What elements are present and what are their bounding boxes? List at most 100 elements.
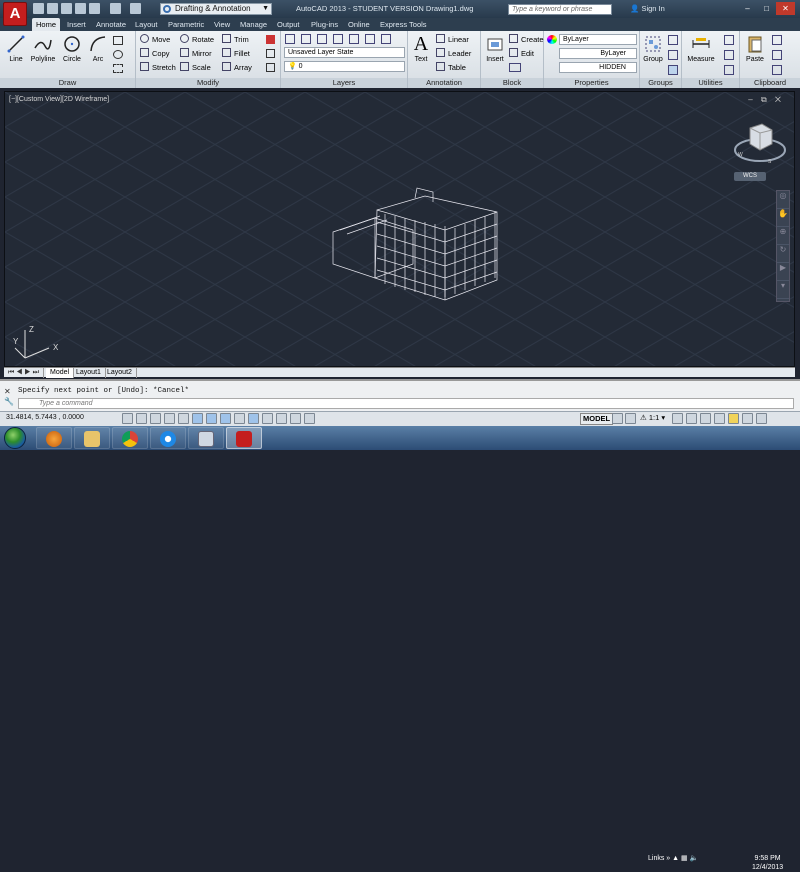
viewport-window-controls[interactable]: – ⧉ ✕ — [748, 95, 784, 105]
color-dropdown[interactable]: ByLayer — [559, 34, 637, 45]
tab-layout[interactable]: Layout — [135, 18, 158, 31]
wcs-menu[interactable]: WCS — [734, 172, 766, 181]
quick-view-layouts-icon[interactable] — [612, 413, 623, 424]
zoom-icon[interactable]: ⊕ — [777, 227, 789, 245]
redo-icon[interactable] — [130, 3, 141, 14]
block-attribute-icon[interactable] — [509, 63, 521, 72]
layer-dropdown[interactable]: 💡 0 — [284, 61, 405, 72]
line-button[interactable]: Line — [5, 34, 27, 63]
hardware-acceleration-icon[interactable] — [742, 413, 753, 424]
text-button[interactable]: A Text — [410, 34, 432, 63]
move-button[interactable]: Move — [140, 34, 170, 45]
dynamic-input-toggle[interactable] — [248, 413, 259, 424]
circle-button[interactable]: Circle — [60, 34, 84, 63]
scale-button[interactable]: Scale — [180, 62, 211, 73]
properties-panel-title[interactable]: Properties — [544, 78, 639, 88]
workspace-dropdown[interactable]: Drafting & Annotation ▼ — [160, 3, 272, 15]
open-icon[interactable] — [47, 3, 58, 14]
links-toolbar[interactable]: Links — [648, 855, 664, 862]
command-input[interactable]: Type a command — [18, 398, 794, 409]
plot-icon[interactable] — [89, 3, 100, 14]
clipboard-panel-title[interactable]: Clipboard — [740, 78, 800, 88]
undo-icon[interactable] — [110, 3, 121, 14]
lock-ui-icon[interactable] — [714, 413, 725, 424]
tab-parametric[interactable]: Parametric — [168, 18, 204, 31]
create-block-button[interactable]: Create — [509, 34, 544, 45]
measure-button[interactable]: Measure — [684, 34, 718, 63]
taskbar-chrome[interactable] — [112, 427, 148, 449]
tab-layout2[interactable]: Layout2 — [103, 368, 137, 378]
tab-output[interactable]: Output — [277, 18, 300, 31]
insert-button[interactable]: Insert — [483, 34, 507, 63]
copy-button[interactable]: Copy — [140, 48, 170, 59]
viewcube[interactable]: W S — [732, 120, 788, 180]
hatch-icon[interactable] — [113, 50, 123, 59]
sign-in-link[interactable]: 👤 Sign In — [630, 4, 665, 13]
draw-panel-title[interactable]: Draw — [0, 78, 135, 88]
object-snap-toggle[interactable] — [192, 413, 203, 424]
trim-button[interactable]: Trim — [222, 34, 249, 45]
tab-manage[interactable]: Manage — [240, 18, 267, 31]
tab-home[interactable]: Home — [32, 18, 61, 31]
quick-view-drawings-icon[interactable] — [625, 413, 636, 424]
table-button[interactable]: Table — [436, 62, 466, 73]
orbit-icon[interactable]: ↻ — [777, 245, 789, 263]
tab-model[interactable]: Model — [46, 368, 75, 378]
selection-cycling-toggle[interactable] — [304, 413, 315, 424]
calculator-icon[interactable] — [724, 50, 734, 60]
leader-button[interactable]: Leader — [436, 48, 471, 59]
search-input[interactable]: Type a keyword or phrase — [508, 4, 612, 15]
grid-display-toggle[interactable] — [150, 413, 161, 424]
dynamic-ucs-toggle[interactable] — [234, 413, 245, 424]
viewport-controls-label[interactable]: [−][Custom View][2D Wireframe] — [9, 96, 109, 103]
grid-and-model-canvas[interactable] — [5, 92, 795, 367]
close-button[interactable]: ✕ — [776, 2, 795, 15]
match-properties-icon[interactable] — [772, 65, 782, 75]
modify-panel-title[interactable]: Modify — [136, 78, 280, 88]
auto-scale-icon[interactable] — [686, 413, 697, 424]
save-as-icon[interactable] — [75, 3, 86, 14]
tab-plugins[interactable]: Plug-ins — [311, 18, 338, 31]
layer-state-dropdown[interactable]: Unsaved Layer State — [284, 47, 405, 58]
layer-off-icon[interactable] — [301, 34, 311, 44]
taskbar-calculator[interactable] — [188, 427, 224, 449]
layer-lock-icon[interactable] — [349, 34, 359, 44]
new-icon[interactable] — [33, 3, 44, 14]
workspace-switching-icon[interactable] — [700, 413, 711, 424]
layer-match-icon[interactable] — [381, 34, 391, 44]
ungroup-icon[interactable] — [668, 35, 678, 45]
tab-layout1[interactable]: Layout1 — [72, 368, 106, 378]
maximize-button[interactable]: □ — [757, 2, 776, 15]
pan-icon[interactable]: ✋ — [777, 209, 789, 227]
taskbar-explorer[interactable] — [74, 427, 110, 449]
tray-arrow-icon[interactable]: » ▲ — [666, 855, 681, 862]
block-panel-title[interactable]: Block — [481, 78, 543, 88]
drawing-viewport[interactable]: [−][Custom View][2D Wireframe] – ⧉ ✕ W S… — [4, 91, 795, 367]
3d-object-snap-toggle[interactable] — [206, 413, 217, 424]
group-button[interactable]: Group — [641, 34, 665, 63]
transparency-toggle[interactable] — [276, 413, 287, 424]
paste-button[interactable]: Paste — [742, 34, 768, 63]
utilities-panel-title[interactable]: Utilities — [682, 78, 739, 88]
fillet-button[interactable]: Fillet — [222, 48, 250, 59]
close-command-icon[interactable]: ✕ — [4, 387, 16, 397]
quick-select-icon[interactable] — [724, 35, 734, 45]
lineweight-toggle[interactable] — [262, 413, 273, 424]
network-icon[interactable]: ▦ — [681, 855, 690, 862]
clean-screen-icon[interactable] — [756, 413, 767, 424]
navbar-menu-icon[interactable]: ▾ — [777, 281, 789, 299]
tab-view[interactable]: View — [214, 18, 230, 31]
linetype-dropdown[interactable]: HIDDEN — [559, 62, 637, 73]
ortho-mode-toggle[interactable] — [164, 413, 175, 424]
offset-icon[interactable] — [266, 63, 275, 72]
cursor-coordinates[interactable]: 31.4814, 5.7443 , 0.0000 — [6, 414, 84, 421]
polyline-button[interactable]: Polyline — [28, 34, 58, 63]
application-menu-button[interactable]: A — [3, 2, 27, 26]
region-icon[interactable] — [113, 64, 123, 73]
taskbar-internet-explorer[interactable] — [150, 427, 186, 449]
object-snap-tracking-toggle[interactable] — [220, 413, 231, 424]
tab-express-tools[interactable]: Express Tools — [380, 18, 427, 31]
lineweight-dropdown[interactable]: ByLayer — [559, 48, 637, 59]
layout-nav-arrows[interactable]: ⏮ ◀ ▶ ⏭ — [4, 368, 44, 378]
system-clock[interactable]: 9:58 PM 12/4/2013 — [752, 854, 783, 872]
